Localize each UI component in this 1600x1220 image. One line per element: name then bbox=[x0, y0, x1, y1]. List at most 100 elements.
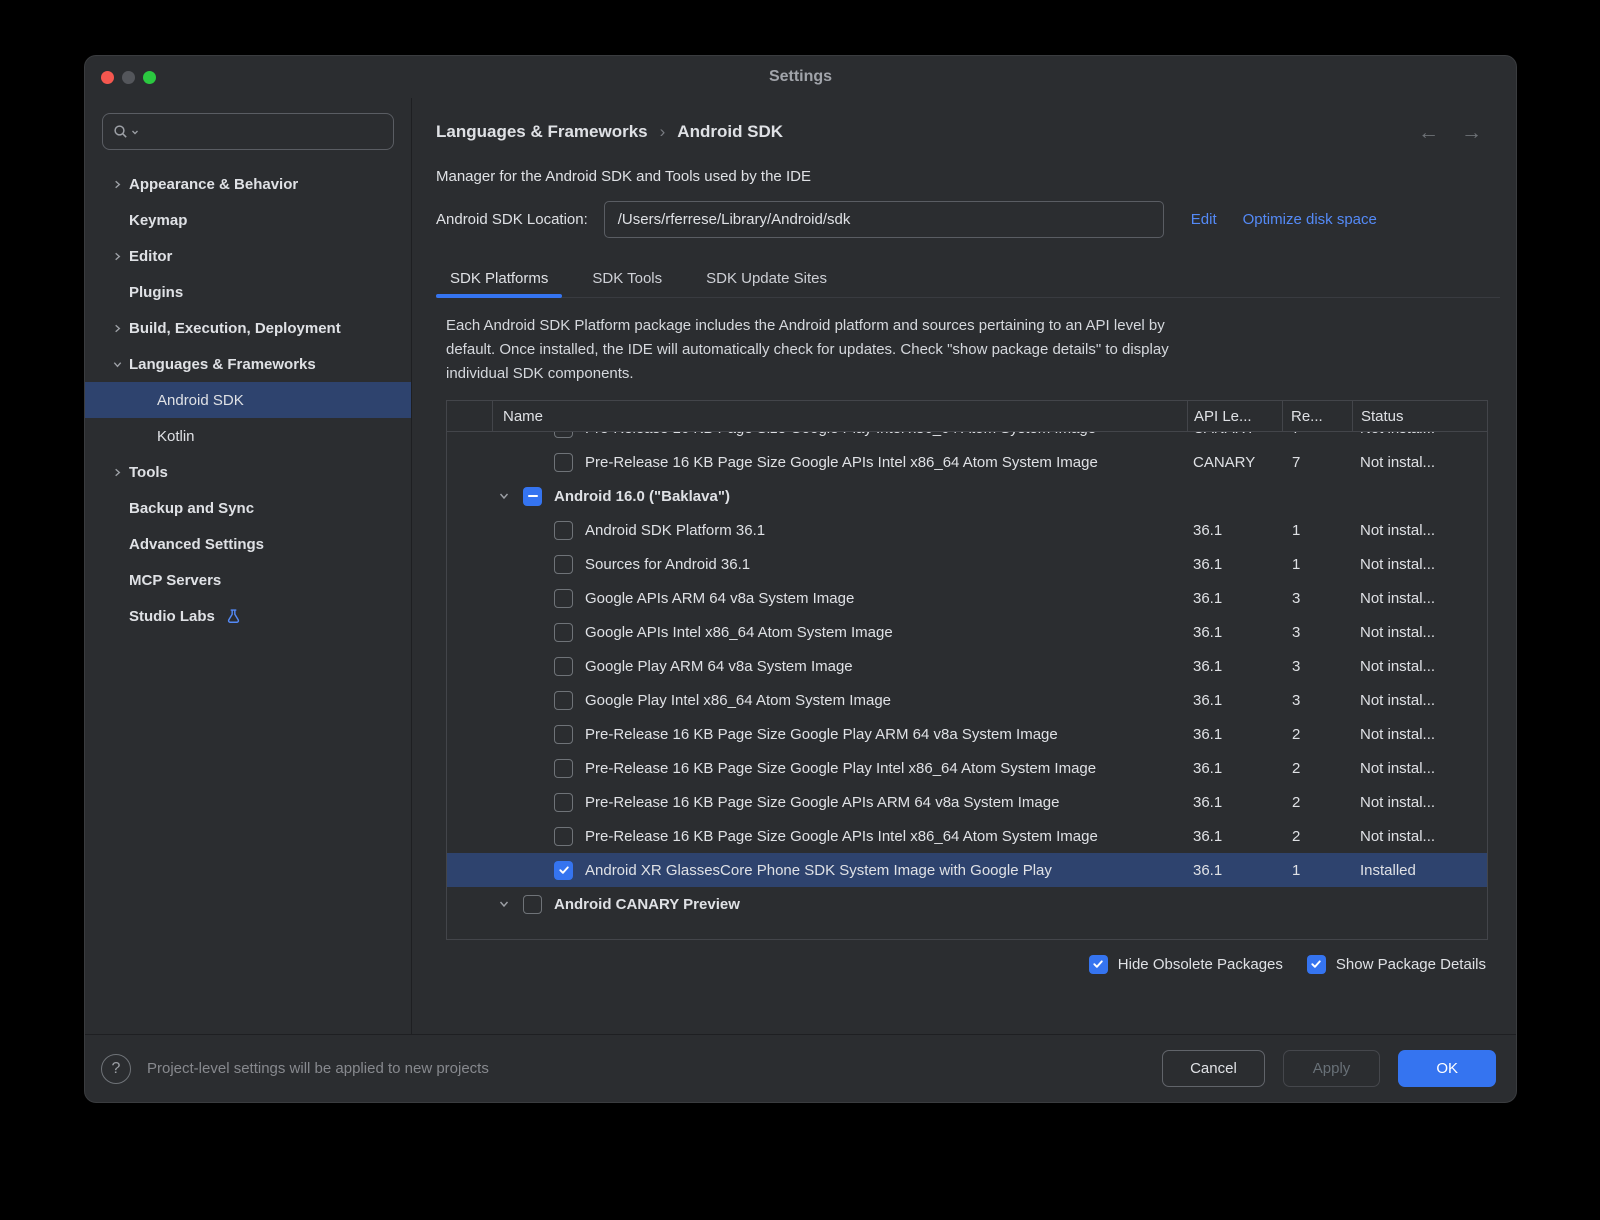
optimize-disk-space-link[interactable]: Optimize disk space bbox=[1243, 211, 1377, 228]
ok-button[interactable]: OK bbox=[1398, 1050, 1496, 1087]
sidebar-item-backup-and-sync[interactable]: Backup and Sync bbox=[85, 490, 411, 526]
hide-obsolete-packages-checkbox[interactable] bbox=[1089, 955, 1108, 974]
sidebar-item-editor[interactable]: Editor bbox=[85, 238, 411, 274]
package-checkbox[interactable] bbox=[554, 432, 573, 438]
help-icon[interactable]: ? bbox=[101, 1054, 131, 1084]
column-header-name[interactable]: Name bbox=[492, 401, 1187, 431]
column-header-revision[interactable]: Re... bbox=[1282, 401, 1352, 431]
table-group-row[interactable]: Android CANARY Preview bbox=[447, 887, 1487, 921]
search-options-caret-icon[interactable] bbox=[131, 128, 139, 136]
sidebar-item-advanced-settings[interactable]: Advanced Settings bbox=[85, 526, 411, 562]
forward-icon[interactable]: → bbox=[1461, 122, 1482, 143]
package-checkbox[interactable] bbox=[554, 521, 573, 540]
package-checkbox[interactable] bbox=[554, 725, 573, 744]
breadcrumb: Languages & Frameworks › Android SDK bbox=[436, 122, 783, 142]
table-row[interactable]: Pre-Release 16 KB Page Size Google Play … bbox=[447, 432, 1487, 445]
group-checkbox[interactable] bbox=[523, 895, 542, 914]
sidebar-item-mcp-servers[interactable]: MCP Servers bbox=[85, 562, 411, 598]
sidebar-item-languages-frameworks[interactable]: Languages & Frameworks bbox=[85, 346, 411, 382]
show-package-details-checkbox[interactable] bbox=[1307, 955, 1326, 974]
package-checkbox[interactable] bbox=[554, 827, 573, 846]
table-row[interactable]: Pre-Release 16 KB Page Size Google APIs … bbox=[447, 785, 1487, 819]
dialog-footer: ? Project-level settings will be applied… bbox=[85, 1034, 1516, 1102]
chevron-down-icon[interactable] bbox=[109, 359, 125, 370]
table-row[interactable]: Pre-Release 16 KB Page Size Google Play … bbox=[447, 717, 1487, 751]
table-row[interactable] bbox=[447, 933, 1487, 940]
package-checkbox[interactable] bbox=[554, 555, 573, 574]
minimize-window-button[interactable] bbox=[122, 71, 135, 84]
traffic-lights bbox=[101, 71, 156, 84]
show-package-details-option[interactable]: Show Package Details bbox=[1307, 955, 1486, 974]
sidebar-item-studio-labs[interactable]: Studio Labs bbox=[85, 598, 411, 634]
table-row[interactable]: Sources for Android 36.1 36.1 1 Not inst… bbox=[447, 547, 1487, 581]
breadcrumb-languages-frameworks[interactable]: Languages & Frameworks bbox=[436, 122, 648, 142]
footer-message: Project-level settings will be applied t… bbox=[147, 1060, 1146, 1077]
chevron-down-icon[interactable] bbox=[497, 490, 511, 502]
chevron-down-icon[interactable] bbox=[497, 898, 511, 910]
hide-obsolete-packages-option[interactable]: Hide Obsolete Packages bbox=[1089, 955, 1283, 974]
sdk-location-input[interactable]: /Users/rferrese/Library/Android/sdk bbox=[604, 201, 1164, 238]
search-icon bbox=[113, 124, 129, 140]
desktop-background: Settings Appearance & Behavior bbox=[0, 0, 1600, 1220]
sidebar-item-appearance-behavior[interactable]: Appearance & Behavior bbox=[85, 166, 411, 202]
group-checkbox-indeterminate[interactable] bbox=[523, 487, 542, 506]
tab-sdk-tools[interactable]: SDK Tools bbox=[578, 260, 676, 297]
package-checkbox[interactable] bbox=[554, 691, 573, 710]
tab-sdk-platforms[interactable]: SDK Platforms bbox=[436, 260, 562, 297]
window-title: Settings bbox=[85, 68, 1516, 86]
table-row[interactable]: Google APIs Intel x86_64 Atom System Ima… bbox=[447, 615, 1487, 649]
chevron-right-icon[interactable] bbox=[109, 251, 125, 262]
sdk-tabs: SDK Platforms SDK Tools SDK Update Sites bbox=[436, 260, 1500, 298]
table-row[interactable]: Google Play ARM 64 v8a System Image 36.1… bbox=[447, 649, 1487, 683]
sidebar-item-tools[interactable]: Tools bbox=[85, 454, 411, 490]
package-checkbox[interactable] bbox=[554, 759, 573, 778]
back-icon[interactable]: ← bbox=[1418, 122, 1439, 143]
settings-tree: Appearance & Behavior Keymap Editor Plug… bbox=[85, 166, 411, 634]
table-row[interactable]: Google Play Intel x86_64 Atom System Ima… bbox=[447, 683, 1487, 717]
table-header: Name API Le... Re... Status bbox=[447, 401, 1487, 432]
table-row-selected[interactable]: Android XR GlassesCore Phone SDK System … bbox=[447, 853, 1487, 887]
table-group-row[interactable]: Android 16.0 ("Baklava") bbox=[447, 479, 1487, 513]
sidebar-item-keymap[interactable]: Keymap bbox=[85, 202, 411, 238]
table-row-clipped bbox=[447, 921, 1487, 940]
settings-content: Languages & Frameworks › Android SDK ← →… bbox=[412, 98, 1516, 1034]
package-checkbox[interactable] bbox=[554, 589, 573, 608]
tab-sdk-update-sites[interactable]: SDK Update Sites bbox=[692, 260, 841, 297]
sidebar-item-plugins[interactable]: Plugins bbox=[85, 274, 411, 310]
chevron-right-icon[interactable] bbox=[109, 467, 125, 478]
table-row[interactable]: Pre-Release 16 KB Page Size Google Play … bbox=[447, 751, 1487, 785]
package-checkbox[interactable] bbox=[554, 657, 573, 676]
package-checkbox[interactable] bbox=[554, 793, 573, 812]
cancel-button[interactable]: Cancel bbox=[1162, 1050, 1265, 1087]
settings-search-input[interactable] bbox=[102, 113, 394, 150]
sdk-location-label: Android SDK Location: bbox=[436, 211, 588, 228]
column-header-api-level[interactable]: API Le... bbox=[1187, 401, 1282, 431]
sdk-platforms-table: Name API Le... Re... Status Pre-Release … bbox=[446, 400, 1488, 940]
breadcrumb-android-sdk: Android SDK bbox=[677, 122, 783, 142]
package-checkbox[interactable] bbox=[554, 623, 573, 642]
chevron-right-icon[interactable] bbox=[109, 323, 125, 334]
settings-window: Settings Appearance & Behavior bbox=[84, 55, 1517, 1103]
sidebar-item-build-execution-deployment[interactable]: Build, Execution, Deployment bbox=[85, 310, 411, 346]
package-checkbox[interactable] bbox=[554, 453, 573, 472]
close-window-button[interactable] bbox=[101, 71, 114, 84]
table-row[interactable]: Android SDK Platform 36.1 36.1 1 Not ins… bbox=[447, 513, 1487, 547]
flask-icon bbox=[225, 608, 242, 625]
sidebar-item-kotlin[interactable]: Kotlin bbox=[85, 418, 411, 454]
tab-description: Each Android SDK Platform package includ… bbox=[446, 314, 1500, 386]
zoom-window-button[interactable] bbox=[143, 71, 156, 84]
settings-sidebar: Appearance & Behavior Keymap Editor Plug… bbox=[85, 98, 412, 1034]
breadcrumb-separator: › bbox=[660, 122, 666, 142]
table-row[interactable]: Google APIs ARM 64 v8a System Image 36.1… bbox=[447, 581, 1487, 615]
package-checkbox-checked[interactable] bbox=[554, 861, 573, 880]
table-row[interactable]: Pre-Release 16 KB Page Size Google APIs … bbox=[447, 819, 1487, 853]
column-header-status[interactable]: Status bbox=[1352, 401, 1487, 431]
page-subtitle: Manager for the Android SDK and Tools us… bbox=[436, 168, 1500, 185]
apply-button[interactable]: Apply bbox=[1283, 1050, 1381, 1087]
edit-link[interactable]: Edit bbox=[1191, 211, 1217, 228]
titlebar[interactable]: Settings bbox=[85, 56, 1516, 98]
table-row-clipped: Pre-Release 16 KB Page Size Google Play … bbox=[447, 432, 1487, 445]
table-row[interactable]: Pre-Release 16 KB Page Size Google APIs … bbox=[447, 445, 1487, 479]
sidebar-item-android-sdk[interactable]: Android SDK bbox=[85, 382, 411, 418]
chevron-right-icon[interactable] bbox=[109, 179, 125, 190]
